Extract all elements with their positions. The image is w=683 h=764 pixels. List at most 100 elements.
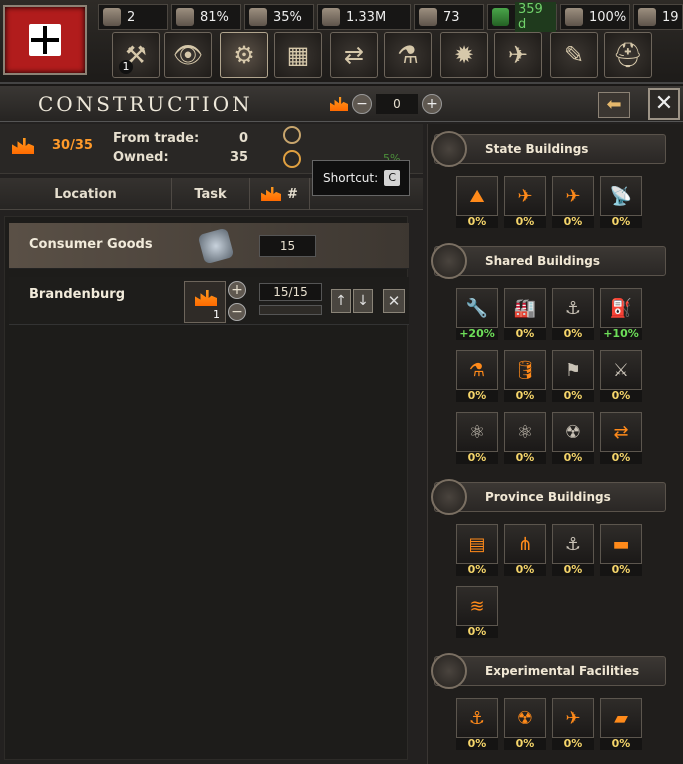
building-nuclear-reactor[interactable]: ⚛ 0% <box>456 412 498 464</box>
queue-item-brandenburg[interactable]: Brandenburg 1 + − 15/15 ↑ ↓ ✕ <box>9 277 409 325</box>
shared-buildings-header: Shared Buildings <box>431 243 666 279</box>
building-synthetic-refinery[interactable]: ⚗ 0% <box>456 350 498 402</box>
consumer-goods-row[interactable]: Consumer Goods 15 <box>9 223 409 269</box>
building-radar[interactable]: 📡 0% <box>600 176 642 228</box>
diplomacy-button[interactable]: 👁 <box>164 32 212 78</box>
remove-factory-button[interactable]: − <box>228 303 246 321</box>
consumer-goods-value: 15 <box>259 235 316 257</box>
building-civilian-factory[interactable]: 🔧 +20% <box>456 288 498 340</box>
political-power[interactable]: 2 <box>98 4 168 30</box>
trade-button[interactable]: ⇄ <box>330 32 378 78</box>
research-icon: ⚗ <box>397 41 419 69</box>
increase-button[interactable]: + <box>422 94 442 114</box>
building-airbase[interactable]: ✈ 0% <box>552 176 594 228</box>
back-arrow-icon: ⬅ <box>606 94 622 115</box>
research-button[interactable]: ⚗ <box>384 32 432 78</box>
nuclear-reactor-icon: ⚛ <box>456 412 498 452</box>
flag-cross-icon <box>29 24 61 56</box>
factories[interactable]: 73 <box>414 4 484 30</box>
state-buildings-icon <box>431 131 467 167</box>
naval-facility-percent: 0% <box>456 738 498 750</box>
airbase-percent: 0% <box>552 216 594 228</box>
airbase-icon: ✈ <box>552 176 594 216</box>
political-power-icon <box>103 8 121 26</box>
move-up-button[interactable]: ↑ <box>331 289 351 313</box>
naval-dockyard-percent: 0% <box>552 328 594 340</box>
building-rocket-site[interactable]: ⚑ 0% <box>552 350 594 402</box>
supply-hub-percent: 0% <box>600 452 642 464</box>
infrastructure-icon: ⛰ <box>456 176 498 216</box>
power-plant-percent: 0% <box>552 452 594 464</box>
military-factory-icon: 1 <box>184 281 226 323</box>
close-button[interactable]: ✕ <box>648 88 680 120</box>
building-power-plant[interactable]: ☢ 0% <box>552 412 594 464</box>
power-plant-icon: ☢ <box>552 412 594 452</box>
building-supply-hub[interactable]: ⇄ 0% <box>600 412 642 464</box>
building-fuel-silo[interactable]: ⛽ +10% <box>600 288 642 340</box>
railway-gun-icon: ⚔ <box>600 350 642 390</box>
shared-buildings-icon <box>431 243 467 279</box>
from-trade-label: From trade: <box>113 131 200 146</box>
convoys[interactable]: 19 <box>633 4 683 30</box>
nuclear-reactor-2-icon: ⚛ <box>504 412 546 452</box>
national-flag[interactable] <box>3 5 87 75</box>
building-railway[interactable]: ⋔ 0% <box>504 524 546 576</box>
building-palette: State Buildings ⛰ 0% ✈ 0% ✈ 0% 📡 0% Shared Buil… <box>427 124 683 764</box>
panel-header: Construction − 0 + ⬅ ✕ <box>0 86 683 122</box>
add-factory-button[interactable]: + <box>228 281 246 299</box>
building-coastal-fort[interactable]: ≋ 0% <box>456 586 498 638</box>
tab-location[interactable]: Location <box>0 178 172 210</box>
diplomacy-icon: 👁 <box>172 41 204 69</box>
building-bunker[interactable]: ▬ 0% <box>600 524 642 576</box>
supply-icon <box>565 8 583 26</box>
war-support[interactable]: 35% <box>244 4 314 30</box>
build-tool-icon <box>330 97 348 111</box>
building-military-factory[interactable]: 🏭 0% <box>504 288 546 340</box>
close-icon: ✕ <box>654 91 674 116</box>
army-button[interactable]: ⛑ <box>604 32 652 78</box>
decrease-button[interactable]: − <box>352 94 372 114</box>
anti-air-percent: 0% <box>504 216 546 228</box>
nuclear-facility-percent: 0% <box>504 738 546 750</box>
construction-button[interactable]: ⚙ <box>220 32 268 78</box>
building-anti-air[interactable]: ✈ 0% <box>504 176 546 228</box>
building-land-facility[interactable]: ▰ 0% <box>600 698 642 750</box>
coastal-fort-icon: ≋ <box>456 586 498 626</box>
tab-factories[interactable]: # <box>250 178 310 210</box>
building-naval-base[interactable]: ⚓ 0% <box>552 524 594 576</box>
decisions-button[interactable]: ✎ <box>550 32 598 78</box>
back-button[interactable]: ⬅ <box>598 92 630 118</box>
consumer-goods-icon <box>197 227 235 265</box>
top-bar: 2 81% 35% 1.33M 73 359 d 100% 19 ⚒ 1 👁 ⚙ … <box>0 0 683 84</box>
fuel[interactable]: 359 d <box>487 2 557 32</box>
move-down-button[interactable]: ↓ <box>353 289 373 313</box>
from-trade-value: 0 <box>238 131 248 146</box>
building-nuclear-facility[interactable]: ☢ 0% <box>504 698 546 750</box>
tab-task[interactable]: Task <box>172 178 250 210</box>
naval-facility-icon: ⚓ <box>456 698 498 738</box>
cancel-button[interactable]: ✕ <box>383 289 405 313</box>
building-nuclear-reactor-2[interactable]: ⚛ 0% <box>504 412 546 464</box>
factories-count: 30/35 <box>52 138 93 153</box>
building-fuel-refinery[interactable]: 🛢 0% <box>504 350 546 402</box>
supply[interactable]: 100% <box>560 4 630 30</box>
air-button[interactable]: ✈ <box>494 32 542 78</box>
land-fort-percent: 0% <box>456 564 498 576</box>
land-facility-icon: ▰ <box>600 698 642 738</box>
building-infrastructure[interactable]: ⛰ 0% <box>456 176 498 228</box>
experimental-facilities-title: Experimental Facilities <box>485 664 640 678</box>
building-naval-dockyard[interactable]: ⚓ 0% <box>552 288 594 340</box>
factory-column-icon <box>261 187 282 201</box>
stability[interactable]: 81% <box>171 4 241 30</box>
building-air-facility[interactable]: ✈ 0% <box>552 698 594 750</box>
building-land-fort[interactable]: ▤ 0% <box>456 524 498 576</box>
land-facility-percent: 0% <box>600 738 642 750</box>
building-railway-gun[interactable]: ⚔ 0% <box>600 350 642 402</box>
production-button[interactable]: ▦ <box>274 32 322 78</box>
decisions-icon: ✎ <box>563 41 585 69</box>
building-naval-facility[interactable]: ⚓ 0% <box>456 698 498 750</box>
politics-button[interactable]: ⚒ 1 <box>112 32 160 78</box>
arrow-down-icon: ↓ <box>357 293 369 309</box>
logistics-button[interactable]: ✹ <box>440 32 488 78</box>
manpower[interactable]: 1.33M <box>317 4 411 30</box>
